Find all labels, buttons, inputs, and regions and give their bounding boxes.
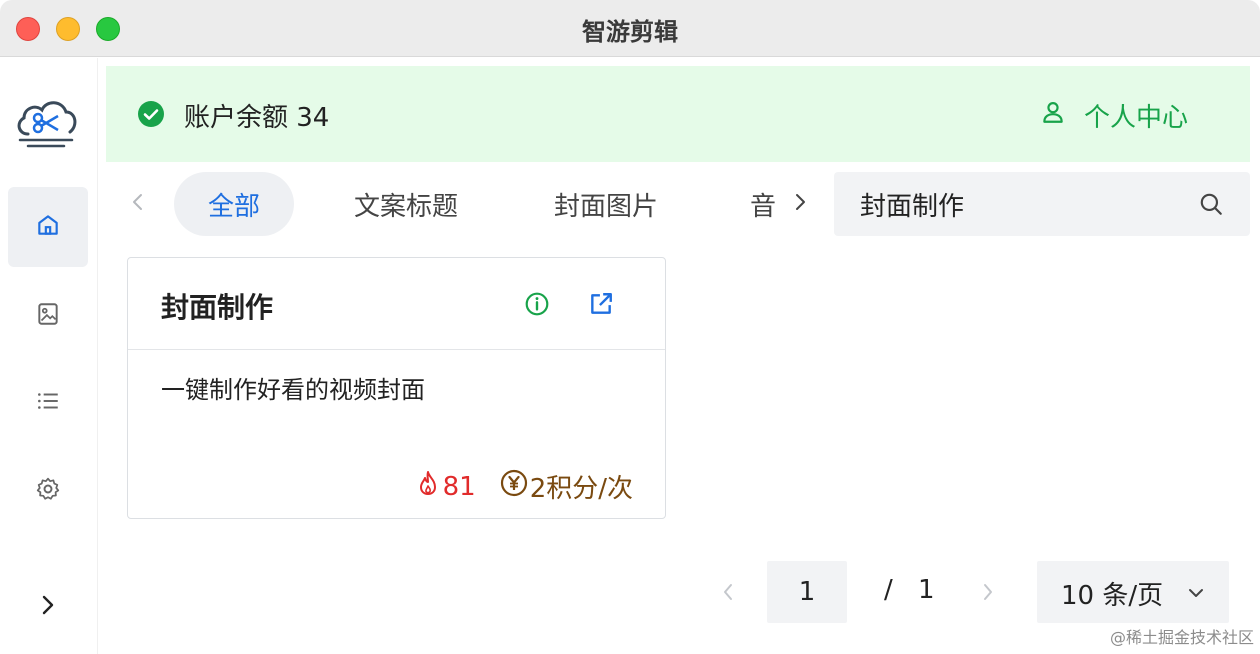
- pagination-next-button[interactable]: [976, 580, 1000, 608]
- card-header: 封面制作: [128, 258, 665, 350]
- app-logo: [14, 94, 78, 150]
- page-size-label: 10 条/页: [1061, 581, 1164, 611]
- search-icon[interactable]: [1198, 191, 1224, 221]
- search-input[interactable]: [860, 172, 1190, 236]
- hot-count: 81: [417, 470, 476, 503]
- home-icon: [35, 212, 61, 242]
- sidebar: [0, 58, 98, 654]
- chevron-right-icon: [792, 190, 808, 218]
- tab-copy-title[interactable]: 文案标题: [340, 172, 472, 236]
- chevron-left-icon: [721, 581, 735, 607]
- profile-link[interactable]: 个人中心: [1040, 97, 1188, 134]
- window-title: 智游剪辑: [582, 18, 678, 46]
- sidebar-item-settings[interactable]: [8, 451, 88, 531]
- sidebar-item-home[interactable]: [8, 187, 88, 267]
- yen-coin-icon: [500, 469, 530, 504]
- tab-cover-image[interactable]: 封面图片: [540, 172, 672, 236]
- card-title: 封面制作: [161, 291, 274, 324]
- chevron-left-icon: [130, 190, 146, 218]
- total-pages: 1: [918, 575, 935, 605]
- account-banner: 账户余额 34 个人中心: [106, 66, 1250, 162]
- pagination-prev-button[interactable]: [716, 580, 740, 608]
- info-icon[interactable]: [524, 291, 550, 321]
- price: 2积分/次: [500, 468, 633, 505]
- tabs-prev-button[interactable]: [126, 188, 150, 220]
- watermark: @稀土掘金技术社区: [1109, 628, 1254, 647]
- page-size-select[interactable]: 10 条/页: [1037, 561, 1229, 623]
- hot-count-value: 81: [442, 471, 476, 502]
- external-link-icon[interactable]: [588, 291, 614, 321]
- sidebar-expand-button[interactable]: [8, 567, 88, 647]
- settings-icon: [35, 476, 61, 506]
- image-icon: [35, 301, 61, 331]
- card-description: 一键制作好看的视频封面: [161, 376, 425, 404]
- search-box: [834, 172, 1250, 236]
- account-balance: 账户余额 34: [184, 103, 330, 133]
- tabs-next-button[interactable]: [788, 188, 812, 220]
- profile-label: 个人中心: [1083, 103, 1188, 133]
- chevron-right-icon: [37, 592, 59, 622]
- fire-icon: [417, 470, 443, 503]
- chevron-down-icon: [1187, 585, 1205, 604]
- chevron-right-icon: [981, 581, 995, 607]
- check-circle-icon: [138, 101, 164, 127]
- title-bar: 智游剪辑: [0, 0, 1260, 57]
- sidebar-item-images[interactable]: [8, 276, 88, 356]
- tab-audio[interactable]: 音: [740, 172, 788, 236]
- user-icon: [1040, 99, 1084, 132]
- sidebar-item-list[interactable]: [8, 363, 88, 443]
- card-footer: 81 2积分/次: [417, 468, 633, 505]
- tab-all[interactable]: 全部: [174, 172, 294, 236]
- list-icon: [35, 388, 61, 418]
- page-separator: /: [884, 575, 893, 605]
- price-value: 2积分/次: [529, 474, 633, 504]
- page-number-input[interactable]: 1: [767, 561, 847, 623]
- tool-card[interactable]: 封面制作 一键制作好看的视频封面 81 2积分/次: [127, 257, 666, 519]
